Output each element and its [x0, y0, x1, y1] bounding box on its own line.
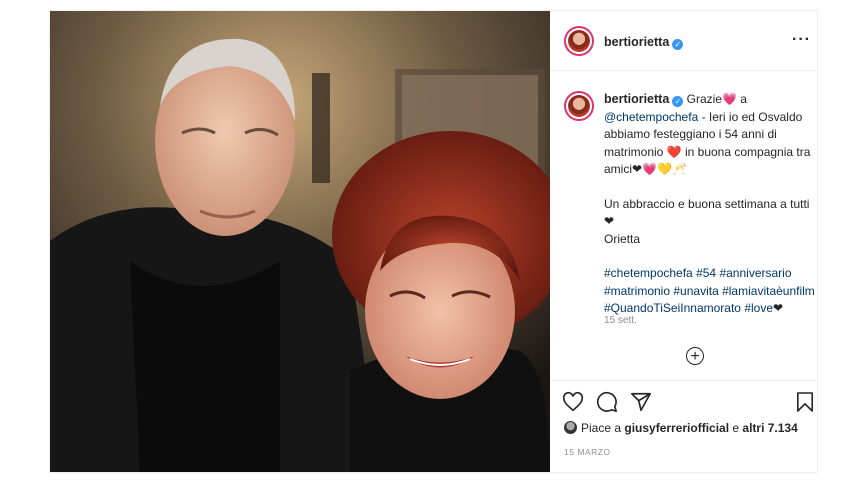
hashtag-link[interactable]: #54	[696, 266, 716, 280]
post-sidebar: bertiorietta ✓ ··· bertiorietta ✓ Grazie💗 …	[550, 11, 817, 472]
avatar[interactable]	[564, 26, 594, 56]
hashtag-link[interactable]: #unavita	[673, 284, 718, 298]
caption-text: a	[736, 92, 747, 106]
heart-emoji: 💗	[721, 92, 737, 106]
heart-icon[interactable]	[562, 391, 584, 413]
caption-username[interactable]: bertiorietta	[604, 92, 669, 106]
mention-link[interactable]: @chetempochefa	[604, 110, 698, 124]
instagram-post: bertiorietta ✓ ··· bertiorietta ✓ Grazie💗 …	[49, 10, 818, 473]
caption-paragraph: Un abbraccio e buona settimana a tutti ❤	[604, 196, 810, 229]
likes-others[interactable]: altri 7.134	[742, 421, 797, 435]
post-date[interactable]: 15 MARZO	[564, 447, 611, 457]
action-bar: Piace a giusyferreriofficial e altri 7.1…	[550, 380, 817, 473]
verified-badge-icon: ✓	[672, 39, 684, 50]
share-icon[interactable]	[630, 391, 652, 413]
post-photo[interactable]	[50, 11, 550, 472]
post-caption: bertiorietta ✓ Grazie💗 a @chetempochefa -…	[604, 91, 816, 318]
likes-middle: e	[729, 421, 743, 435]
likes-prefix: Piace a	[581, 421, 625, 435]
hashtag-block: #chetempochefa #54 #anniversario #matrim…	[604, 265, 816, 318]
hashtag-link[interactable]: #anniversario	[719, 266, 791, 280]
hashtag-link[interactable]: #chetempochefa	[604, 266, 693, 280]
liker-avatar	[564, 421, 577, 434]
hashtag-link[interactable]: #matrimonio	[604, 284, 670, 298]
liker-username[interactable]: giusyferreriofficial	[624, 421, 729, 435]
heart-emoji: ❤	[773, 301, 784, 315]
red-heart-emoji: ❤️	[666, 144, 682, 159]
emoji-group: ❤💗💛🥂	[632, 162, 687, 176]
comment-icon[interactable]	[596, 391, 618, 413]
caption-signature: Orietta	[604, 231, 641, 246]
hashtag-link[interactable]: #QuandoTiSeiInnamorato	[604, 301, 741, 315]
comment-time[interactable]: 15 sett.	[604, 315, 637, 326]
likes-summary: Piace a giusyferreriofficial e altri 7.1…	[564, 421, 798, 435]
post-header: bertiorietta ✓ ···	[550, 11, 817, 71]
plus-circle-icon[interactable]: +	[686, 347, 704, 365]
header-user: bertiorietta ✓	[604, 33, 684, 51]
username-link[interactable]: bertiorietta	[604, 35, 669, 49]
couple-photo	[50, 11, 550, 472]
hashtag-link[interactable]: #love	[744, 301, 773, 315]
hashtag-link[interactable]: #lamiavitaèunfilm	[722, 284, 815, 298]
bookmark-icon[interactable]	[796, 391, 814, 413]
more-dots-icon[interactable]: ···	[792, 31, 811, 49]
caption-avatar[interactable]	[564, 91, 594, 121]
caption-text: Grazie	[683, 92, 722, 106]
verified-badge-icon: ✓	[672, 96, 684, 107]
